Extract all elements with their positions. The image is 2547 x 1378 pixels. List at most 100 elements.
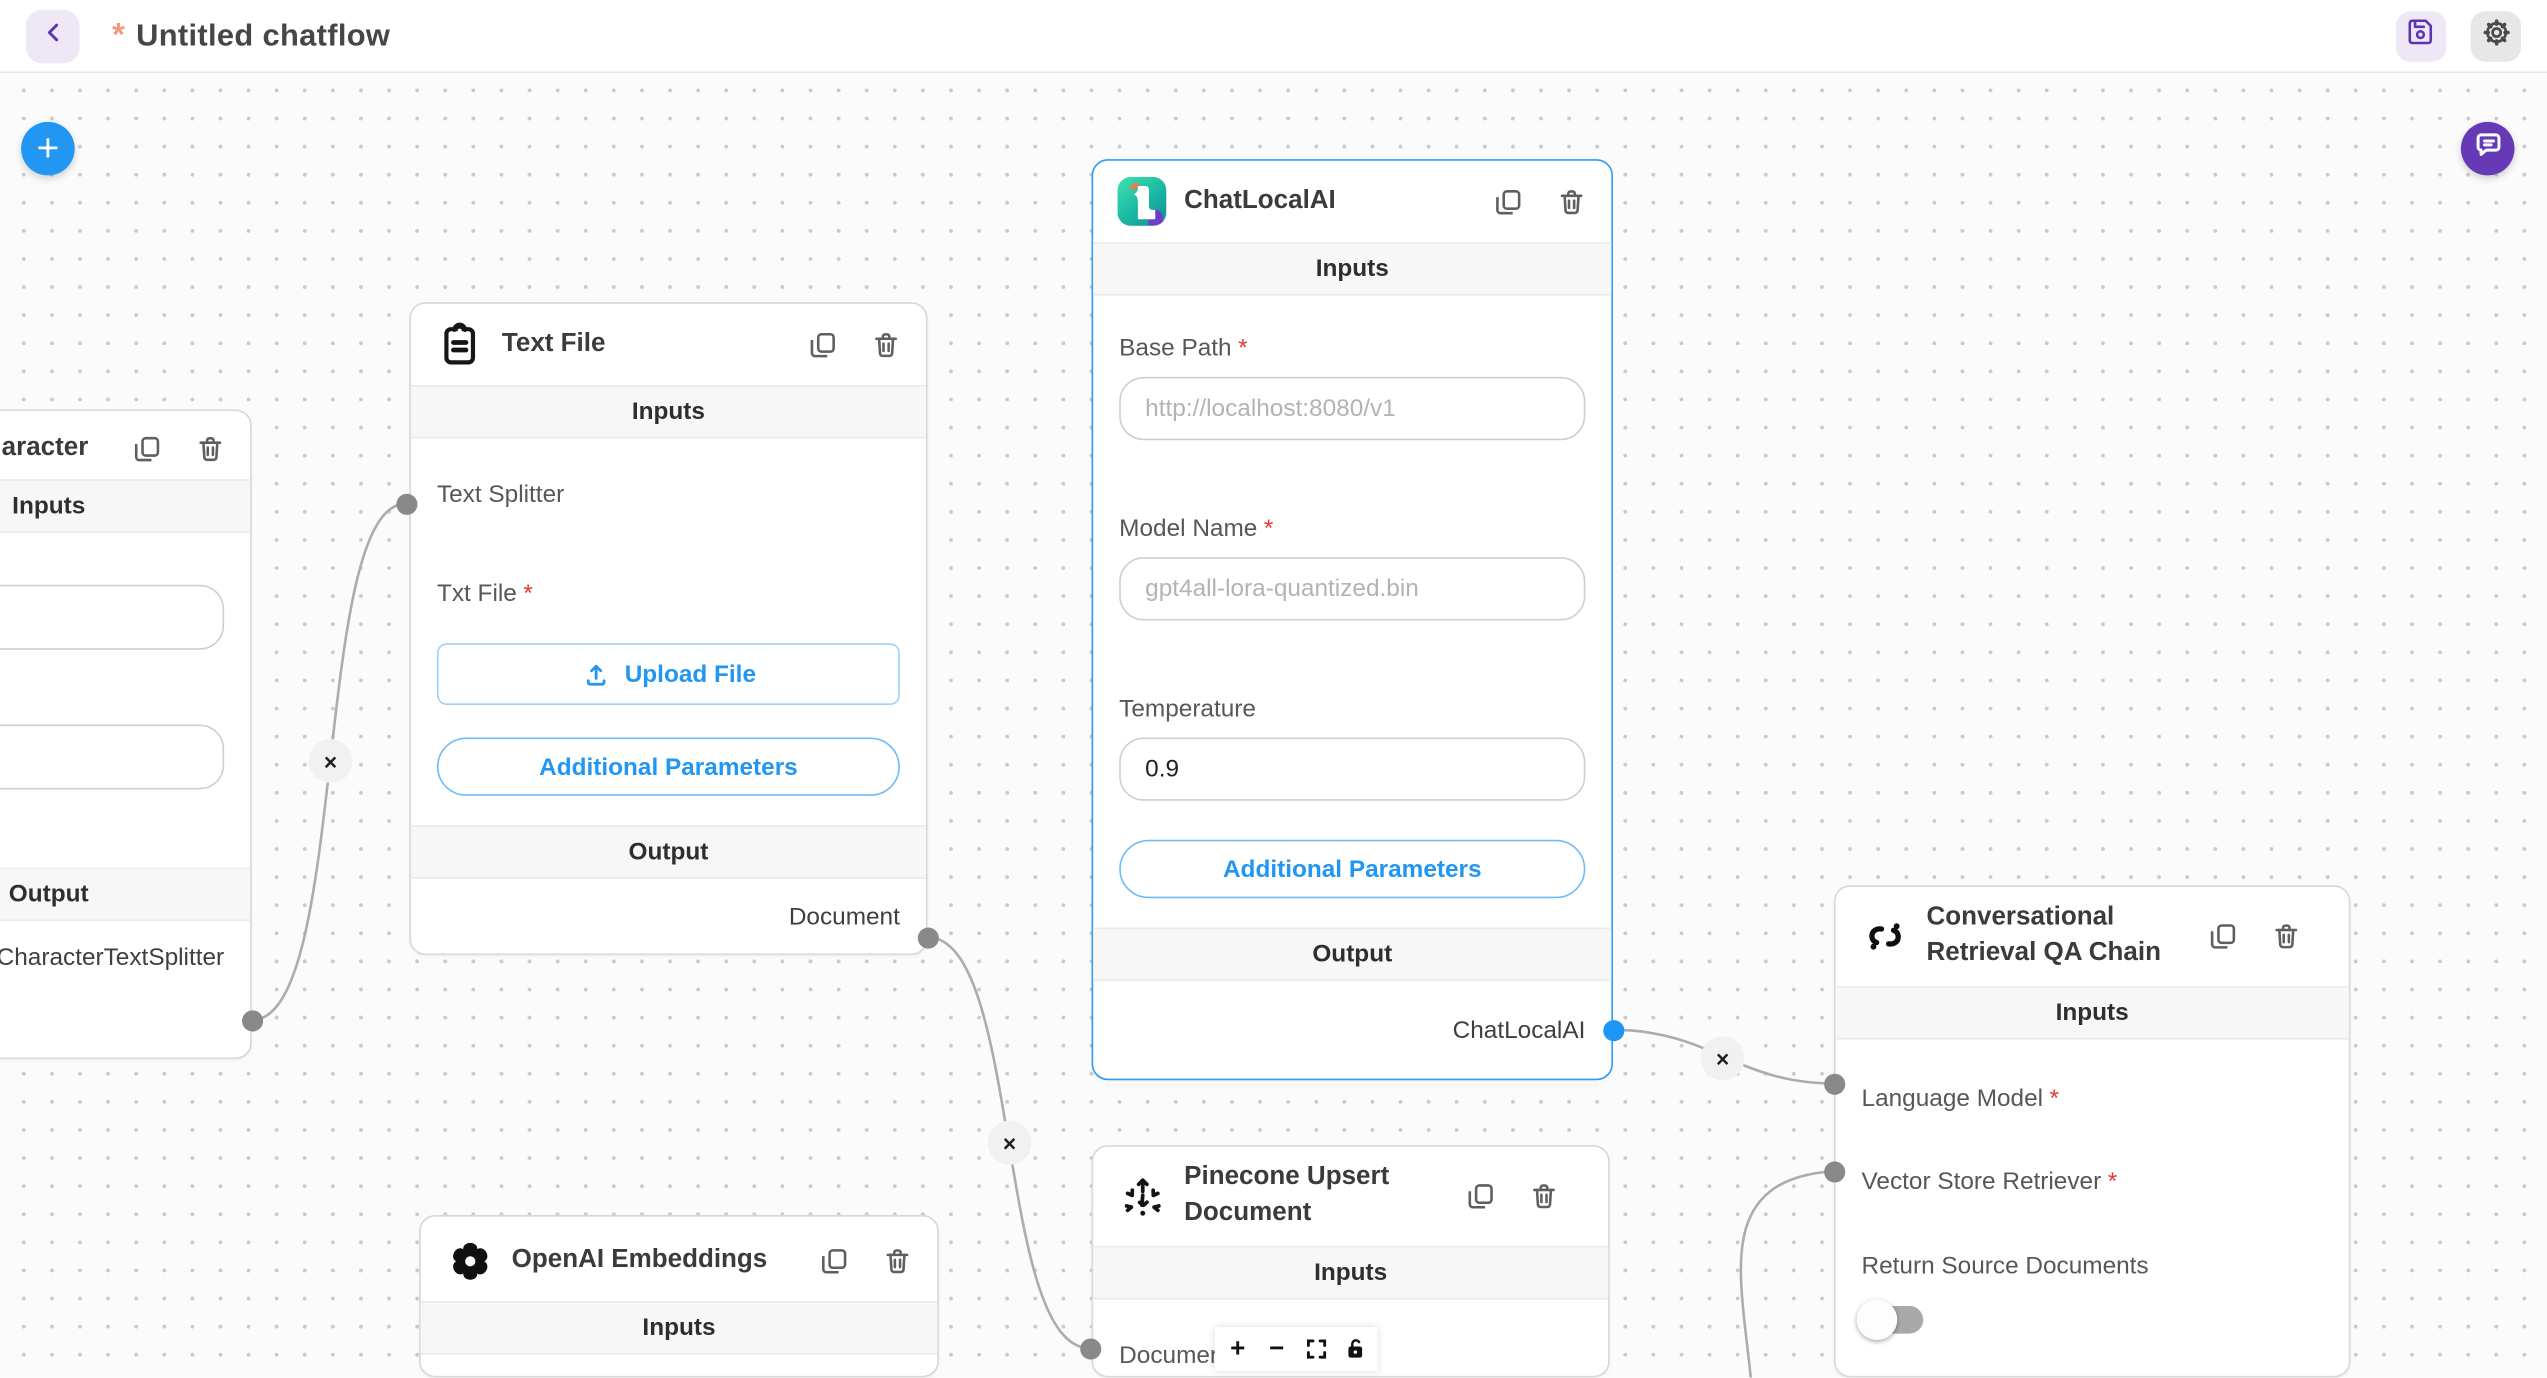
clipboard-icon (435, 320, 484, 369)
output-handle-chatlocalai[interactable] (1602, 1019, 1623, 1040)
output-section-header: Output (411, 825, 926, 879)
required-marker: * (1238, 335, 1247, 363)
input-handle-language-model[interactable] (1823, 1073, 1844, 1094)
edge-pinecone-to-retriever[interactable] (1741, 1171, 1834, 1377)
node-character-text-splitter[interactable]: aracter Inputs Output CharacterTextSplit… (0, 409, 252, 1059)
header-actions (2396, 11, 2521, 61)
inputs-section-header: Inputs (1836, 986, 2349, 1040)
node-header: Conversational Retrieval QA Chain (1836, 887, 2349, 986)
node-text-file[interactable]: Text File Inputs Text Splitter Txt File*… (409, 302, 927, 955)
upload-icon (581, 659, 610, 688)
minus-icon: − (1269, 1334, 1284, 1363)
temperature-input[interactable] (1119, 737, 1585, 800)
unsaved-indicator: * (112, 17, 125, 54)
param-label: Temperature (1119, 695, 1585, 723)
edge-delete-button[interactable]: × (988, 1121, 1032, 1165)
additional-parameters-button[interactable]: Additional Parameters (1119, 840, 1585, 898)
field-temperature: Temperature (1119, 695, 1585, 801)
delete-node-button[interactable] (882, 1245, 913, 1276)
back-button[interactable] (26, 9, 80, 63)
node-title: Pinecone Upsert Document (1184, 1160, 1447, 1233)
output-label: CharacterTextSplitter (0, 944, 224, 972)
zoom-in-button[interactable]: + (1218, 1329, 1257, 1370)
chat-bubble-icon (2470, 127, 2506, 171)
node-chatlocalai[interactable]: ChatLocalAI Inputs Base Path* Model Name… (1092, 159, 1613, 1080)
toggle-thumb (1857, 1299, 1898, 1340)
required-marker: * (2108, 1168, 2117, 1196)
node-conversational-retrieval-qa-chain[interactable]: Conversational Retrieval QA Chain Inputs… (1834, 885, 2351, 1377)
delete-node-button[interactable] (195, 433, 226, 464)
inputs-section-header: Inputs (0, 480, 250, 534)
field-model-name: Model Name* (1119, 515, 1585, 621)
title-area: * Untitled chatflow (112, 17, 2396, 54)
close-icon: × (1003, 1130, 1016, 1156)
node-output-row: Document (411, 879, 926, 954)
base-path-input[interactable] (1119, 377, 1585, 440)
node-header: ChatLocalAI (1093, 161, 1611, 242)
param-label: Model Name* (1119, 515, 1585, 543)
required-marker: * (1264, 515, 1273, 543)
node-output-row: CharacterTextSplitter (0, 922, 250, 993)
node-title: ChatLocalAI (1184, 183, 1475, 219)
input-handle-vector-store-retriever[interactable] (1823, 1161, 1844, 1182)
delete-node-button[interactable] (2271, 921, 2302, 952)
add-node-button[interactable]: + (21, 122, 75, 176)
delete-node-button[interactable] (1556, 186, 1587, 217)
node-inputs (0, 533, 250, 819)
edge-delete-button[interactable]: × (309, 739, 353, 783)
zoom-out-button[interactable]: − (1257, 1329, 1296, 1370)
duplicate-node-button[interactable] (132, 433, 163, 464)
plus-icon: + (1230, 1334, 1245, 1363)
input-handle-pinecone-document[interactable] (1079, 1338, 1100, 1359)
lock-icon (1343, 1337, 1367, 1361)
fit-view-button[interactable] (1296, 1329, 1335, 1370)
floppy-disk-icon (2406, 16, 2437, 55)
duplicate-node-button[interactable] (807, 329, 838, 360)
output-handle-document[interactable] (917, 927, 938, 948)
delete-node-button[interactable] (1529, 1181, 1560, 1212)
lock-button[interactable] (1335, 1329, 1374, 1370)
output-label: ChatLocalAI (1453, 1016, 1586, 1044)
param-label: Base Path* (1119, 335, 1585, 363)
param-label: Return Source Documents (1862, 1252, 2323, 1280)
settings-button[interactable] (2471, 11, 2521, 61)
chevron-left-icon (38, 17, 67, 54)
plus-icon: + (37, 126, 60, 171)
chain-icon (1860, 912, 1909, 961)
duplicate-node-button[interactable] (2208, 921, 2239, 952)
flow-canvas[interactable]: × × × + aracter Inputs Output Character (0, 73, 2547, 1377)
node-inputs: Base Path* Model Name* Temperature Addit… (1093, 296, 1611, 928)
delete-node-button[interactable] (871, 329, 902, 360)
edge-delete-button[interactable]: × (1701, 1036, 1745, 1080)
param-label: Language Model* (1862, 1085, 2323, 1113)
param-label: Text Splitter (437, 481, 900, 509)
node-openai-embeddings[interactable]: OpenAI Embeddings Inputs (419, 1215, 939, 1377)
text-input[interactable] (0, 585, 224, 650)
node-header: Text File (411, 304, 926, 385)
app-header: * Untitled chatflow (0, 0, 2547, 73)
model-name-input[interactable] (1119, 557, 1585, 620)
required-marker: * (523, 580, 532, 608)
return-source-documents-toggle[interactable] (1862, 1302, 1924, 1336)
output-section-header: Output (1093, 928, 1611, 982)
chat-button[interactable] (2461, 122, 2515, 176)
node-title: aracter (2, 430, 114, 466)
save-button[interactable] (2396, 11, 2446, 61)
pinecone-icon (1118, 1172, 1167, 1221)
fit-view-icon (1304, 1337, 1328, 1361)
inputs-section-header: Inputs (1093, 242, 1611, 296)
node-title: Conversational Retrieval QA Chain (1926, 900, 2189, 973)
input-handle-text-splitter[interactable] (396, 493, 417, 514)
duplicate-node-button[interactable] (819, 1245, 850, 1276)
duplicate-node-button[interactable] (1493, 186, 1524, 217)
close-icon: × (1716, 1045, 1729, 1071)
node-inputs: Language Model* Vector Store Retriever* … (1836, 1039, 2349, 1365)
upload-file-button[interactable]: Upload File (437, 643, 900, 705)
additional-parameters-button[interactable]: Additional Parameters (437, 737, 900, 795)
text-input[interactable] (0, 725, 224, 790)
upload-file-label: Upload File (625, 660, 756, 688)
required-marker: * (2050, 1085, 2059, 1113)
canvas-controls: + − (1215, 1327, 1377, 1371)
duplicate-node-button[interactable] (1465, 1181, 1496, 1212)
output-handle-charactertextsplitter[interactable] (241, 1010, 262, 1031)
